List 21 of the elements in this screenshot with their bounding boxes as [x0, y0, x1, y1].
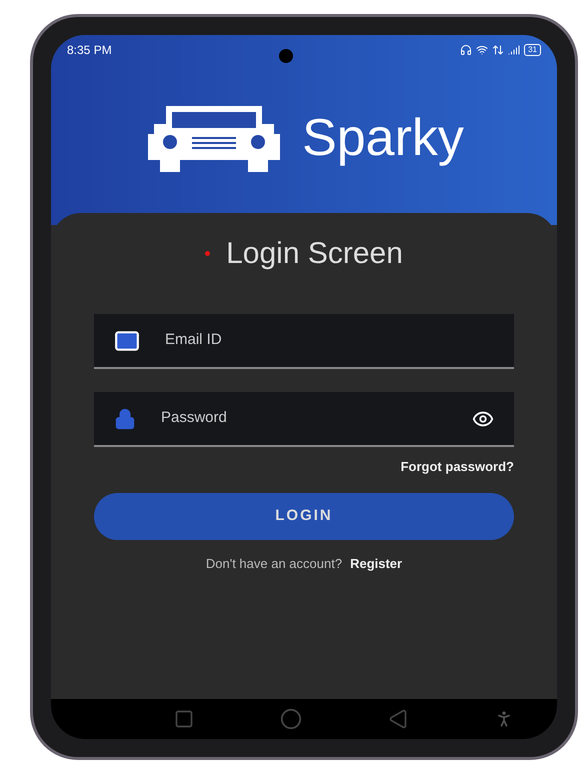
camera-icon: [278, 49, 293, 63]
headphones-icon: [460, 44, 472, 56]
email-input[interactable]: Email ID: [165, 329, 494, 352]
lock-icon: [114, 408, 136, 430]
email-field[interactable]: Email ID: [94, 314, 514, 369]
login-button[interactable]: LOGIN: [94, 492, 514, 540]
register-link[interactable]: Register: [350, 554, 402, 573]
register-prompt: Don't have an account?: [206, 554, 342, 572]
password-field[interactable]: Password: [94, 392, 514, 447]
status-time: 8:35 PM: [67, 42, 112, 59]
battery-indicator: 31: [524, 44, 541, 56]
forgot-password-link[interactable]: Forgot password?: [400, 457, 514, 476]
recents-icon[interactable]: [174, 709, 194, 729]
home-icon[interactable]: [280, 708, 302, 730]
screen-title: Login Screen: [226, 236, 403, 272]
password-input[interactable]: Password: [161, 407, 447, 430]
signal-icon: [508, 44, 520, 56]
data-icon: [492, 44, 504, 56]
bullet-mark: [205, 251, 210, 256]
back-icon[interactable]: [388, 709, 408, 729]
app-name: Sparky: [302, 108, 464, 169]
